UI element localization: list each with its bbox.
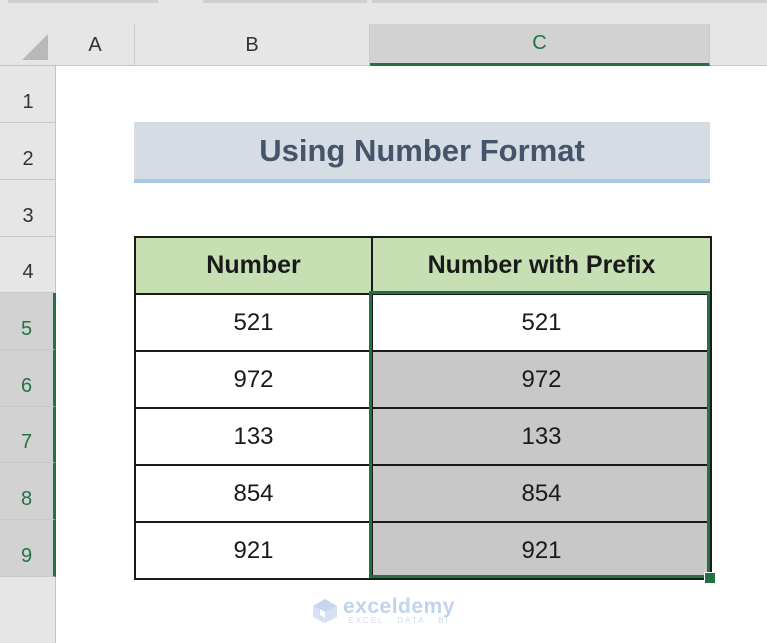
- table-row: 133 133: [134, 407, 712, 466]
- column-header-c[interactable]: C: [370, 24, 710, 66]
- prefix-cell[interactable]: 854: [371, 464, 712, 523]
- row-header-8[interactable]: 8: [0, 463, 56, 520]
- header-cell-number-with-prefix[interactable]: Number with Prefix: [371, 236, 712, 295]
- prefix-cell[interactable]: 133: [371, 407, 712, 466]
- prefix-cell[interactable]: 972: [371, 350, 712, 409]
- number-cell[interactable]: 921: [134, 521, 373, 580]
- ribbon-edge: [0, 0, 767, 24]
- watermark: exceldemy EXCEL · DATA · BI: [312, 596, 455, 625]
- data-table: Number Number with Prefix 521 521 972 97…: [134, 236, 712, 580]
- table-header-row: Number Number with Prefix: [134, 236, 712, 295]
- ribbon-edge-segment: [372, 0, 767, 3]
- column-header-b[interactable]: B: [135, 24, 370, 66]
- row-header-9[interactable]: 9: [0, 520, 56, 577]
- table-row: 972 972: [134, 350, 712, 409]
- header-cell-number[interactable]: Number: [134, 236, 373, 295]
- row-header-3[interactable]: 3: [0, 180, 56, 237]
- fill-handle[interactable]: [704, 572, 716, 584]
- number-cell[interactable]: 133: [134, 407, 373, 466]
- row-header-7[interactable]: 7: [0, 407, 56, 463]
- prefix-cell[interactable]: 921: [371, 521, 712, 580]
- row-header-4[interactable]: 4: [0, 237, 56, 293]
- number-cell[interactable]: 521: [134, 293, 373, 352]
- prefix-cell[interactable]: 521: [371, 293, 712, 352]
- table-row: 854 854: [134, 464, 712, 523]
- title-cell[interactable]: Using Number Format: [134, 122, 710, 183]
- watermark-brand: exceldemy: [343, 595, 455, 618]
- number-cell[interactable]: 972: [134, 350, 373, 409]
- table-row: 521 521: [134, 293, 712, 352]
- row-header-1[interactable]: 1: [0, 66, 56, 123]
- exceldemy-logo-icon: [313, 598, 337, 623]
- row-header-5[interactable]: 5: [0, 293, 56, 350]
- ribbon-edge-segment: [203, 0, 367, 3]
- select-all-button[interactable]: [0, 24, 56, 66]
- select-all-triangle-icon: [22, 34, 48, 60]
- table-row: 921 921: [134, 521, 712, 580]
- ribbon-edge-segment: [8, 0, 158, 3]
- watermark-tagline: EXCEL · DATA · BI: [348, 616, 450, 625]
- row-header-6[interactable]: 6: [0, 350, 56, 407]
- row-header-2[interactable]: 2: [0, 123, 56, 180]
- column-header-a[interactable]: A: [56, 24, 135, 66]
- number-cell[interactable]: 854: [134, 464, 373, 523]
